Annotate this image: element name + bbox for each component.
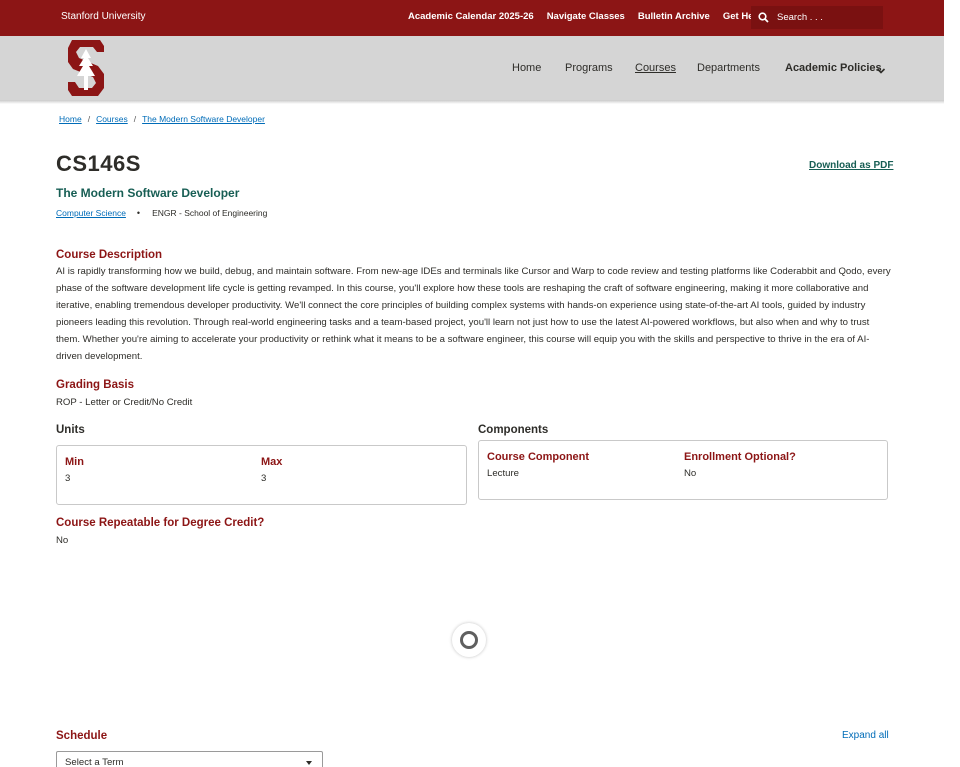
search-icon[interactable] bbox=[755, 6, 777, 29]
repeatable-value: No bbox=[56, 535, 69, 546]
header-shadow bbox=[0, 100, 944, 104]
stanford-logo[interactable] bbox=[64, 38, 108, 98]
top-bar: Stanford University Academic Calendar 20… bbox=[0, 0, 944, 36]
site-header: Home Programs Courses Departments Academ… bbox=[0, 36, 944, 104]
nav-home[interactable]: Home bbox=[512, 62, 541, 74]
components-card: Course Component Lecture Enrollment Opti… bbox=[478, 440, 888, 500]
schedule-heading: Schedule bbox=[56, 730, 108, 742]
course-title: The Modern Software Developer bbox=[56, 186, 240, 200]
nav-academic-policies[interactable]: Academic Policies bbox=[785, 62, 882, 74]
description-heading: Course Description bbox=[56, 249, 163, 261]
university-brand-link[interactable]: Stanford University bbox=[61, 11, 145, 22]
units-heading: Units bbox=[56, 424, 85, 436]
components-heading: Components bbox=[478, 424, 549, 436]
expand-all-link[interactable]: Expand all bbox=[842, 730, 889, 741]
term-select-value: Select a Term bbox=[65, 757, 124, 767]
download-pdf-link[interactable]: Download as PDF bbox=[809, 160, 893, 171]
course-component-value: Lecture bbox=[487, 468, 519, 479]
units-card: Min 3 Max 3 bbox=[56, 445, 467, 505]
breadcrumb: Home / Courses / The Modern Software Dev… bbox=[59, 114, 265, 124]
enrollment-optional-label: Enrollment Optional? bbox=[684, 451, 796, 463]
nav-programs[interactable]: Programs bbox=[565, 62, 613, 74]
grading-heading: Grading Basis bbox=[56, 379, 134, 391]
repeatable-heading: Course Repeatable for Degree Credit? bbox=[56, 517, 265, 529]
breadcrumb-home[interactable]: Home bbox=[59, 114, 82, 124]
loading-spinner-icon bbox=[452, 623, 486, 657]
chevron-down-icon[interactable] bbox=[876, 63, 886, 74]
academic-calendar-link[interactable]: Academic Calendar 2025-26 bbox=[408, 11, 534, 22]
description-text: AI is rapidly transforming how we build,… bbox=[56, 266, 891, 362]
search-box bbox=[751, 6, 883, 29]
search-input[interactable] bbox=[777, 12, 877, 23]
caret-down-icon bbox=[306, 761, 312, 765]
grading-value: ROP - Letter or Credit/No Credit bbox=[56, 397, 193, 408]
breadcrumb-current[interactable]: The Modern Software Developer bbox=[142, 114, 265, 124]
spinner-ring bbox=[460, 631, 478, 649]
course-organization: Computer Science • ENGR - School of Engi… bbox=[56, 208, 267, 218]
school-label: ENGR - School of Engineering bbox=[152, 208, 268, 218]
units-min-label: Min bbox=[65, 456, 84, 468]
units-max-value: 3 bbox=[261, 473, 267, 484]
breadcrumb-separator: / bbox=[133, 114, 137, 124]
nav-departments[interactable]: Departments bbox=[697, 62, 760, 74]
department-link[interactable]: Computer Science bbox=[56, 208, 126, 218]
enrollment-optional-value: No bbox=[684, 468, 697, 479]
term-select[interactable]: Select a Term bbox=[56, 751, 323, 767]
bulletin-archive-link[interactable]: Bulletin Archive bbox=[638, 11, 710, 22]
breadcrumb-separator: / bbox=[87, 114, 91, 124]
units-min-value: 3 bbox=[65, 473, 71, 484]
separator-bullet: • bbox=[136, 208, 141, 218]
units-max-label: Max bbox=[261, 456, 283, 468]
course-code: CS146S bbox=[56, 151, 141, 176]
nav-courses[interactable]: Courses bbox=[635, 62, 676, 74]
breadcrumb-courses[interactable]: Courses bbox=[96, 114, 128, 124]
utility-links: Academic Calendar 2025-26 Navigate Class… bbox=[408, 11, 775, 22]
course-component-label: Course Component bbox=[487, 451, 590, 463]
navigate-classes-link[interactable]: Navigate Classes bbox=[547, 11, 625, 22]
